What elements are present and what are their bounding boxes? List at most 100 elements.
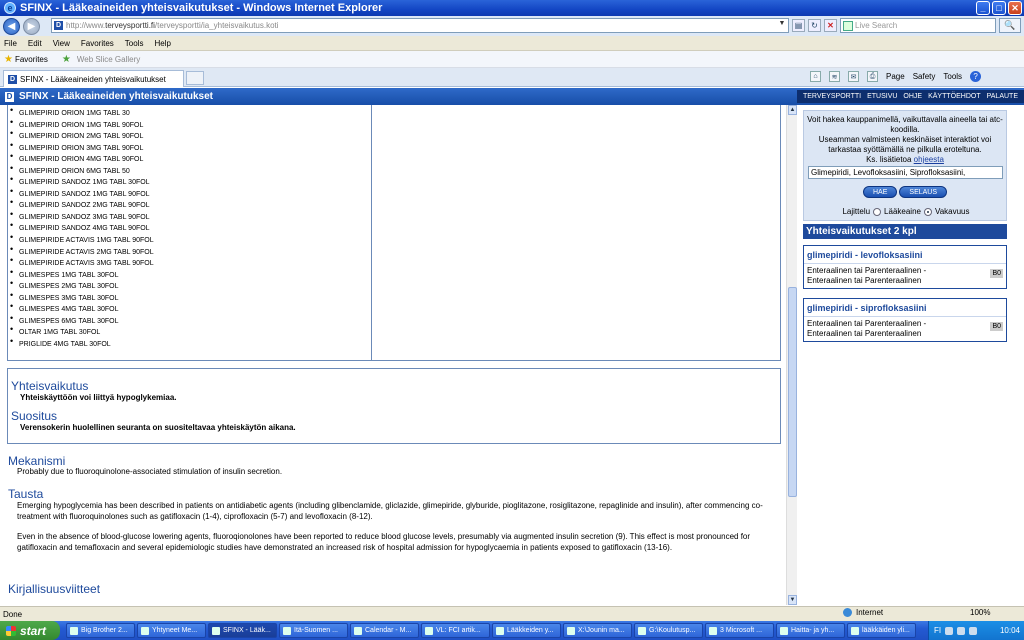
page-menu[interactable]: Page <box>886 72 905 81</box>
link-kayttoehdot[interactable]: KÄYTTÖEHDOT <box>928 93 981 100</box>
scroll-down-icon[interactable]: ▼ <box>788 595 797 605</box>
content-scrollbar[interactable]: ▲ ▼ <box>786 105 797 605</box>
link-palaute[interactable]: PALAUTE <box>987 93 1018 100</box>
menu-tools[interactable]: Tools <box>125 39 144 48</box>
selaus-button[interactable]: SELAUS <box>899 186 948 198</box>
ie-logo-icon: e <box>4 2 16 14</box>
tray-icon[interactable] <box>957 626 966 635</box>
taskbar-button[interactable]: Big Brother 2... <box>66 623 135 638</box>
drug-list-item: GLIMESPES 1MG TABL 30FOL <box>10 267 154 282</box>
print-icon[interactable]: ⎙ <box>867 71 878 82</box>
minimize-button[interactable]: _ <box>976 1 990 15</box>
internet-globe-icon <box>843 608 852 617</box>
new-tab-button[interactable] <box>186 71 204 85</box>
link-ohje[interactable]: OHJE <box>903 93 922 100</box>
mail-icon[interactable]: ✉ <box>848 71 859 82</box>
taskbar-button[interactable]: lääkkäiden yli... <box>847 623 916 638</box>
taskbar-button[interactable]: G:\Koulutusp... <box>634 623 703 638</box>
refresh-icon[interactable]: ↻ <box>808 19 821 32</box>
taskbar-button[interactable]: VL: FCI artik... <box>421 623 490 638</box>
menu-favorites[interactable]: Favorites <box>81 39 114 48</box>
link-terveysportti[interactable]: TERVEYSPORTTI <box>803 93 861 100</box>
tab-favicon-icon: D <box>8 74 17 84</box>
help-prefix: Ks. lisätietoa <box>866 155 912 164</box>
address-bar[interactable]: D http://www. terveysportti.fi/terveyspor… <box>51 18 789 33</box>
drug-search-input[interactable] <box>808 166 1003 179</box>
forward-button[interactable]: ▶ <box>23 17 40 35</box>
address-dropdown-icon[interactable]: ▼ <box>777 20 787 31</box>
interaction-title[interactable]: glimepiridi - levofloksasiini <box>804 246 1006 264</box>
menu-edit[interactable]: Edit <box>28 39 42 48</box>
zoom-level[interactable]: 100% <box>970 608 990 617</box>
taskbar-button[interactable]: Haitta- ja yh... <box>776 623 845 638</box>
tools-menu[interactable]: Tools <box>943 72 962 81</box>
web-slice-gallery-link[interactable]: Web Slice Gallery <box>77 55 140 64</box>
security-zone[interactable]: Internet <box>843 608 883 617</box>
close-window-button[interactable]: ✕ <box>1008 1 1022 15</box>
app-icon <box>425 626 433 635</box>
scroll-thumb[interactable] <box>788 287 797 497</box>
menu-view[interactable]: View <box>53 39 70 48</box>
favorites-button[interactable]: Favorites <box>15 55 48 64</box>
tab-sfinx[interactable]: D SFINX - Lääkeaineiden yhteisvaikutukse… <box>3 70 184 87</box>
interaction-card[interactable]: glimepiridi - siprofloksasiini Enteraali… <box>803 298 1007 342</box>
url-prefix: http://www. <box>66 21 106 30</box>
maximize-button[interactable]: □ <box>992 1 1006 15</box>
search-go-button[interactable]: 🔍 <box>999 18 1021 33</box>
app-icon <box>354 626 362 635</box>
taskbar-button[interactable]: Itä-Suomen ... <box>279 623 348 638</box>
sort-laakeaine-radio[interactable] <box>873 207 882 216</box>
drug-list-box: GLIMEPIRID ORION 1MG TABL 30GLIMEPIRID O… <box>7 105 781 361</box>
interaction-title[interactable]: glimepiridi - siprofloksasiini <box>804 299 1006 317</box>
feeds-icon[interactable]: ≋ <box>829 71 840 82</box>
taskbar-button[interactable]: Calendar - M... <box>350 623 419 638</box>
hae-button[interactable]: HAE <box>863 186 898 198</box>
address-row: ◀ ▶ D http://www. terveysportti.fi/tervey… <box>0 16 1024 36</box>
suositus-text: Verensokerin huolellinen seuranta on suo… <box>20 423 296 432</box>
app-icon <box>141 626 149 635</box>
menu-bar: File Edit View Favorites Tools Help <box>0 36 1024 51</box>
app-icon <box>567 626 575 635</box>
live-search-input[interactable]: Live Search <box>840 18 996 33</box>
right-panel: Voit hakea kauppanimellä, vaikuttavalla … <box>797 105 1024 605</box>
app-icon <box>638 626 646 635</box>
sort-vakavuus-radio[interactable] <box>923 207 932 216</box>
drug-list-item: GLIMEPIRID ORION 4MG TABL 90FOL <box>10 151 154 166</box>
language-indicator[interactable]: FI <box>934 626 941 635</box>
back-button[interactable]: ◀ <box>3 17 20 35</box>
window-title: SFINX - Lääkeaineiden yhteisvaikutukset … <box>20 2 383 14</box>
scroll-up-icon[interactable]: ▲ <box>788 105 797 115</box>
drug-list-item: GLIMEPIRID SANDOZ 3MG TABL 90FOL <box>10 209 154 224</box>
tray-icon[interactable] <box>945 626 954 635</box>
menu-help[interactable]: Help <box>154 39 170 48</box>
sort-laakeaine-label: Lääkeaine <box>884 207 921 216</box>
menu-file[interactable]: File <box>4 39 17 48</box>
search-instruction-1: Voit hakea kauppanimellä, vaikuttavalla … <box>807 115 1003 134</box>
home-icon[interactable]: ⌂ <box>810 71 821 82</box>
link-etusivu[interactable]: ETUSIVU <box>867 93 897 100</box>
interaction-card[interactable]: glimepiridi - levofloksasiini Enteraalin… <box>803 245 1007 289</box>
compatibility-view-icon[interactable]: ▤ <box>792 19 805 32</box>
drug-list-item: GLIMEPIRID ORION 1MG TABL 90FOL <box>10 117 154 132</box>
start-button[interactable]: start <box>0 621 60 640</box>
clock: 10:04 <box>999 626 1020 635</box>
interaction-route-2: Enteraalinen tai Parenteraalinen <box>807 276 922 285</box>
drug-list-item: GLIMEPIRID ORION 2MG TABL 90FOL <box>10 128 154 143</box>
taskbar-button[interactable]: 3 Microsoft ... <box>705 623 774 638</box>
help-icon[interactable]: ? <box>970 71 982 82</box>
stop-icon[interactable]: ✕ <box>824 19 837 32</box>
taskbar-button[interactable]: Lääkkeiden y... <box>492 623 561 638</box>
favorites-star-icon: ★ <box>4 53 13 65</box>
help-link[interactable]: ohjeesta <box>914 155 944 164</box>
taskbar-button[interactable]: X:\Jounin ma... <box>563 623 632 638</box>
safety-menu[interactable]: Safety <box>913 72 936 81</box>
tray-icon[interactable] <box>969 626 978 635</box>
tausta-heading: Tausta <box>8 487 44 501</box>
add-favorite-icon[interactable]: ★ <box>62 54 71 65</box>
app-icon <box>709 626 717 635</box>
taskbar-button[interactable]: SFINX - Lääk... <box>208 623 277 638</box>
search-instruction-2: Useamman valmisteen keskinäiset interakt… <box>818 135 992 154</box>
taskbar-button[interactable]: Yhtyneet Me... <box>137 623 206 638</box>
taskbar-button-label: Itä-Suomen ... <box>294 627 338 634</box>
taskbar-button-label: Haitta- ja yh... <box>791 627 835 634</box>
